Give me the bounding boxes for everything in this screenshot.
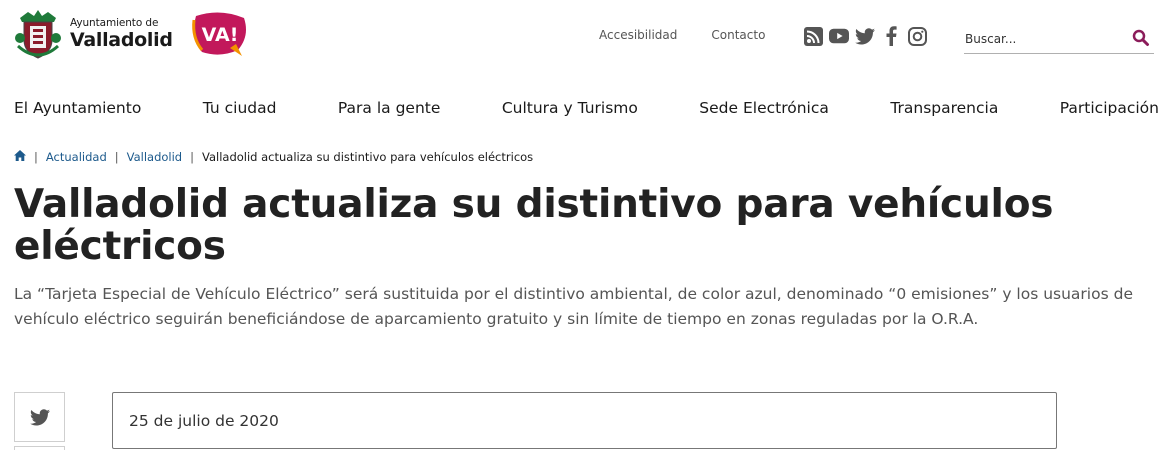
twitter-icon[interactable]	[855, 26, 875, 46]
breadcrumb: | Actualidad | Valladolid | Valladolid a…	[14, 150, 533, 164]
nav-item-transparencia[interactable]: Transparencia	[890, 99, 998, 117]
page-title: Valladolid actualiza su distintivo para …	[14, 182, 1054, 269]
city-logo[interactable]: Ayuntamiento de Valladolid	[14, 8, 173, 60]
va-logo-text: VA!	[202, 24, 239, 46]
nav-item-cultura-turismo[interactable]: Cultura y Turismo	[502, 99, 638, 117]
breadcrumb-actualidad[interactable]: Actualidad	[46, 150, 107, 164]
youtube-icon[interactable]	[829, 26, 849, 46]
share-next-button[interactable]	[14, 446, 65, 450]
nav-item-ayuntamiento[interactable]: El Ayuntamiento	[14, 99, 141, 117]
nav-item-para-la-gente[interactable]: Para la gente	[338, 99, 441, 117]
org-name: Valladolid	[70, 28, 173, 51]
org-small-label: Ayuntamiento de	[70, 17, 159, 30]
nav-item-participacion[interactable]: Participación	[1060, 99, 1159, 117]
accessibility-link[interactable]: Accesibilidad	[599, 28, 677, 42]
search-icon[interactable]	[1132, 29, 1150, 47]
article-lead: La “Tarjeta Especial de Vehículo Eléctri…	[14, 285, 1133, 328]
crest-icon	[14, 8, 62, 60]
main-nav: El Ayuntamiento Tu ciudad Para la gente …	[14, 99, 1159, 117]
search-box	[964, 22, 1154, 54]
rss-icon[interactable]	[803, 26, 823, 46]
breadcrumb-separator: |	[114, 150, 119, 164]
twitter-icon	[29, 408, 50, 425]
breadcrumb-separator: |	[34, 150, 38, 164]
share-twitter-button[interactable]	[14, 392, 65, 442]
breadcrumb-valladolid[interactable]: Valladolid	[127, 150, 182, 164]
facebook-icon[interactable]	[881, 26, 901, 46]
article-date: 25 de julio de 2020	[112, 392, 1057, 449]
va-logo[interactable]: VA!	[190, 10, 250, 58]
breadcrumb-separator: |	[190, 150, 194, 164]
breadcrumb-current: Valladolid actualiza su distintivo para …	[201, 150, 534, 164]
instagram-icon[interactable]	[907, 26, 927, 46]
search-input[interactable]	[964, 22, 1124, 52]
home-icon[interactable]	[14, 150, 26, 164]
contact-link[interactable]: Contacto	[711, 28, 765, 42]
nav-item-sede-electronica[interactable]: Sede Electrónica	[699, 99, 829, 117]
nav-item-tu-ciudad[interactable]: Tu ciudad	[203, 99, 277, 117]
article-date-text: 25 de julio de 2020	[129, 411, 279, 430]
